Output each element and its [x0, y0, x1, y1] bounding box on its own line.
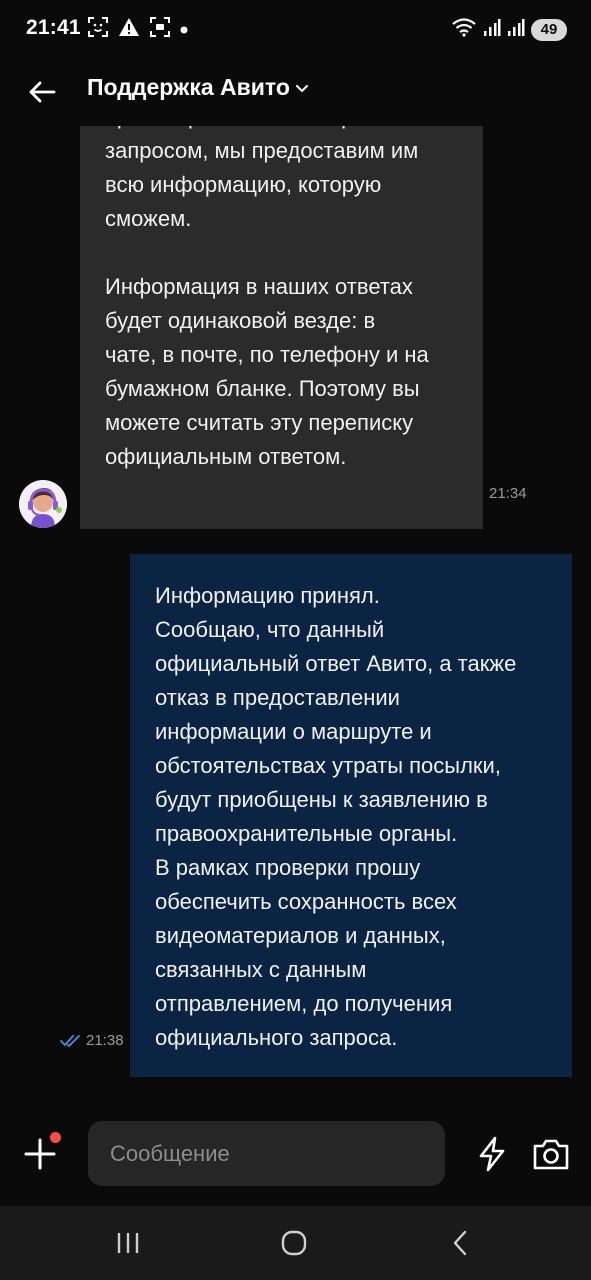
recent-apps-button[interactable]	[108, 1226, 148, 1260]
system-nav-bar	[0, 1206, 591, 1280]
double-check-icon	[60, 1034, 80, 1047]
chat-header: Поддержка Авито	[0, 58, 591, 126]
message-input[interactable]	[88, 1121, 445, 1186]
arrow-left-icon	[29, 81, 56, 103]
chat-title-button[interactable]: Поддержка Авито	[87, 74, 310, 101]
camera-button[interactable]	[530, 1134, 572, 1174]
face-scan-icon	[88, 17, 108, 42]
status-icons-right: 49	[451, 17, 567, 42]
wifi-icon	[451, 17, 477, 42]
incoming-message-bubble[interactable]: правоохранительные органы с запросом, мы…	[80, 126, 483, 529]
message-list[interactable]: правоохранительные органы с запросом, мы…	[0, 126, 591, 1112]
outgoing-message-time: 21:38	[86, 1032, 124, 1049]
incoming-message-text: правоохранительные органы с запросом, мы…	[105, 126, 429, 469]
warning-icon	[118, 17, 140, 42]
quick-replies-button[interactable]	[472, 1134, 512, 1174]
signal-icon	[507, 17, 525, 42]
battery-icon: 49	[531, 18, 567, 41]
back-icon	[453, 1230, 467, 1256]
status-icons-left	[88, 17, 188, 42]
signal-icon	[483, 17, 501, 42]
chevron-down-icon	[295, 84, 308, 92]
recent-apps-icon	[117, 1233, 139, 1253]
home-button[interactable]	[274, 1226, 314, 1260]
home-icon	[281, 1230, 307, 1256]
outgoing-message-bubble[interactable]: Информацию принял. Сообщаю, что данный о…	[130, 554, 572, 1077]
support-avatar[interactable]	[19, 480, 67, 528]
notification-dot	[50, 1132, 61, 1143]
add-attachment-button[interactable]	[20, 1132, 64, 1176]
camera-icon	[533, 1139, 569, 1170]
message-composer	[0, 1112, 591, 1206]
nav-back-button[interactable]	[440, 1226, 480, 1260]
scan-icon	[150, 17, 170, 42]
status-bar: 21:41 49	[0, 0, 591, 58]
incoming-message-time: 21:34	[489, 485, 527, 502]
outgoing-message-meta: 21:38	[60, 1032, 124, 1049]
dot-icon	[180, 21, 188, 39]
outgoing-message-text: Информацию принял. Сообщаю, что данный о…	[155, 583, 517, 1050]
bolt-icon	[479, 1136, 505, 1172]
chat-title: Поддержка Авито	[87, 74, 290, 100]
back-button[interactable]	[22, 72, 62, 112]
status-time: 21:41	[26, 16, 81, 39]
